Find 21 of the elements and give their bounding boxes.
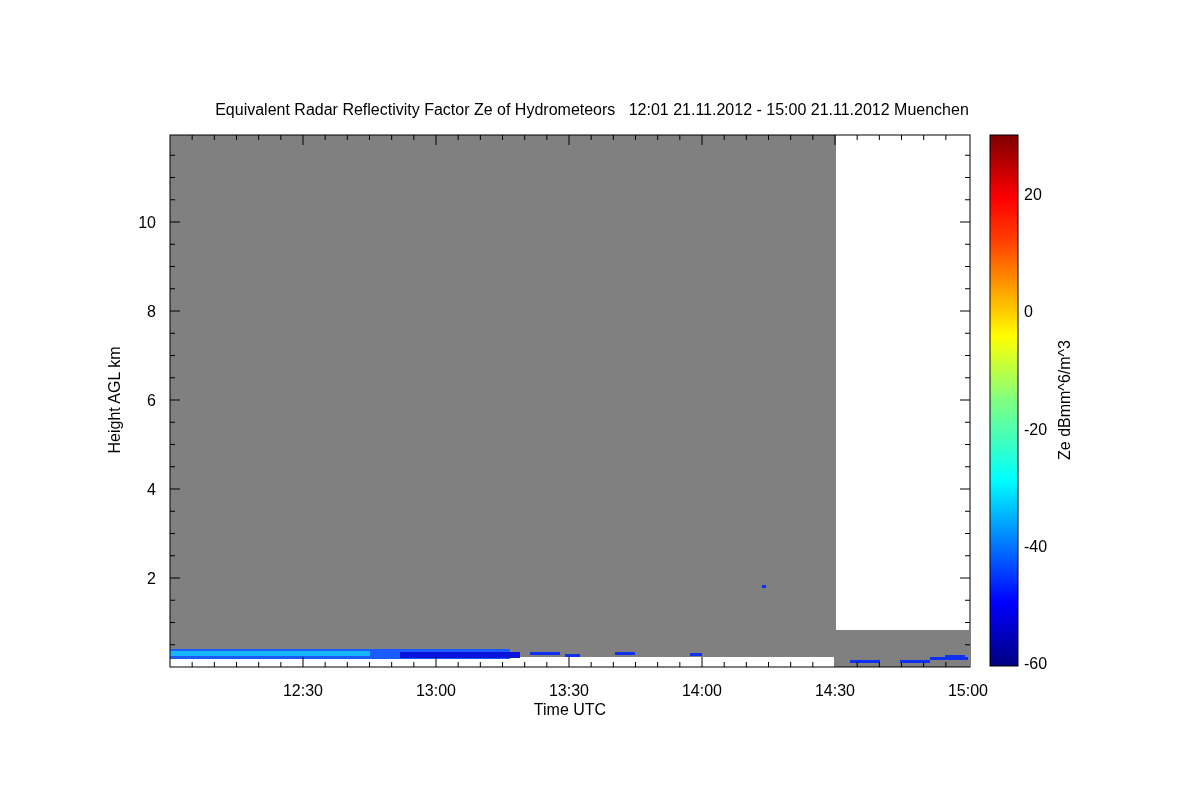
colorbar-tick-label: 0	[1024, 303, 1033, 321]
colorbar-tick-label: -40	[1024, 537, 1048, 555]
y-tick-label: 6	[147, 392, 156, 409]
x-axis-label: Time UTC	[533, 701, 607, 718]
y-tick-label: 2	[147, 570, 156, 587]
y-axis-label: Height AGL km	[106, 346, 123, 454]
reflectivity-speck	[762, 585, 766, 588]
x-tick-label: 14:00	[682, 682, 722, 699]
x-tick-label: 12:30	[283, 682, 323, 699]
x-tick-label: 13:00	[416, 682, 456, 699]
chart-title: Equivalent Radar Reflectivity Factor Ze of Hydrometeors 12:01 21.11.2012 - 15:00 21.11.2012 Muenchen	[215, 101, 969, 118]
x-tick-label: 13:30	[549, 682, 589, 699]
colorbar-tick-label: -20	[1024, 420, 1048, 438]
y-tick-label: 10	[138, 214, 156, 231]
x-tick-label: 15:00	[948, 682, 988, 699]
colorbar-tick-label: -60	[1024, 655, 1048, 672]
y-tick-label: 8	[147, 303, 156, 320]
x-tick-label: 14:30	[815, 682, 855, 699]
y-tick-label: 4	[147, 481, 156, 498]
colorbar-tick-label: 20	[1024, 186, 1042, 203]
colorbar-label: Ze dBmm^6/m^3	[1056, 340, 1073, 460]
